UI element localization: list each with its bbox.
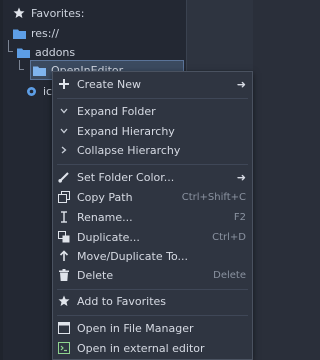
tree-guide-line bbox=[19, 69, 24, 70]
menu-item-add-to-favorites[interactable]: Add to Favorites bbox=[53, 291, 252, 311]
menu-separator bbox=[57, 315, 248, 316]
menu-separator bbox=[57, 164, 248, 165]
star-icon bbox=[12, 6, 26, 20]
menu-item-collapse-hierarchy[interactable]: Collapse Hierarchy bbox=[53, 140, 252, 160]
menu-item-label: Create New bbox=[77, 77, 142, 91]
menu-item-label: Expand Folder bbox=[77, 104, 156, 118]
shortcut-label: Ctrl+Shift+C bbox=[181, 191, 246, 203]
folder-icon bbox=[32, 63, 46, 77]
plus-icon bbox=[57, 77, 71, 91]
folder-icon bbox=[12, 26, 26, 40]
menu-item-label: Open in external editor bbox=[77, 341, 205, 355]
favorites-label: Favorites: bbox=[31, 6, 85, 20]
menu-item-expand-folder[interactable]: Expand Folder bbox=[53, 101, 252, 121]
menu-item-rename[interactable]: Rename... F2 bbox=[53, 207, 252, 227]
panel-left-border bbox=[0, 0, 3, 360]
menu-item-label: Rename... bbox=[77, 210, 133, 224]
menu-item-expand-hierarchy[interactable]: Expand Hierarchy bbox=[53, 121, 252, 141]
chevron-down-icon bbox=[57, 124, 71, 138]
duplicate-icon bbox=[57, 230, 71, 244]
submenu-arrow-icon: ➜ bbox=[236, 170, 246, 184]
arrow-up-icon bbox=[57, 249, 71, 263]
external-editor-icon bbox=[57, 341, 71, 355]
favorites-row[interactable]: Favorites: bbox=[12, 2, 84, 24]
menu-item-label: Expand Hierarchy bbox=[77, 124, 175, 138]
menu-item-open-in-file-manager[interactable]: Open in File Manager bbox=[53, 318, 252, 338]
menu-item-delete[interactable]: Delete Delete bbox=[53, 265, 252, 285]
menu-item-label: Collapse Hierarchy bbox=[77, 143, 181, 157]
shortcut-label: Ctrl+D bbox=[212, 231, 246, 243]
shortcut-label: F2 bbox=[233, 211, 246, 223]
text-cursor-icon bbox=[57, 210, 71, 224]
folder-icon bbox=[16, 45, 30, 59]
menu-item-label: Add to Favorites bbox=[77, 294, 167, 308]
tree-guide-line bbox=[8, 51, 13, 52]
trash-icon bbox=[57, 268, 71, 282]
menu-item-label: Open in File Manager bbox=[77, 321, 194, 335]
menu-item-label: Set Folder Color... bbox=[77, 170, 175, 184]
menu-separator bbox=[57, 289, 248, 290]
menu-item-duplicate[interactable]: Duplicate... Ctrl+D bbox=[53, 227, 252, 247]
menu-separator bbox=[57, 98, 248, 99]
star-icon bbox=[57, 294, 71, 308]
gear-file-icon bbox=[24, 84, 38, 98]
tree-item-label: addons bbox=[35, 45, 76, 59]
menu-item-label: Copy Path bbox=[77, 190, 133, 204]
menu-item-copy-path[interactable]: Copy Path Ctrl+Shift+C bbox=[53, 187, 252, 207]
menu-item-label: Delete bbox=[77, 268, 114, 282]
menu-item-set-folder-color[interactable]: Set Folder Color... ➜ bbox=[53, 167, 252, 187]
menu-item-open-in-external-editor[interactable]: Open in external editor bbox=[53, 338, 252, 358]
menu-item-label: Move/Duplicate To... bbox=[77, 249, 188, 263]
chevron-down-icon bbox=[57, 104, 71, 118]
viewport-top-region bbox=[187, 0, 253, 70]
paint-brush-icon bbox=[57, 170, 71, 184]
submenu-arrow-icon: ➜ bbox=[236, 77, 246, 91]
copy-icon bbox=[57, 190, 71, 204]
context-menu: Create New ➜ Expand Folder Expand Hierar… bbox=[52, 71, 253, 360]
file-manager-icon bbox=[57, 321, 71, 335]
menu-item-move-duplicate-to[interactable]: Move/Duplicate To... bbox=[53, 246, 252, 266]
chevron-right-icon bbox=[57, 143, 71, 157]
tree-item-label: res:// bbox=[31, 26, 59, 40]
menu-item-label: Duplicate... bbox=[77, 230, 140, 244]
shortcut-label: Delete bbox=[213, 269, 246, 281]
menu-item-create-new[interactable]: Create New ➜ bbox=[53, 74, 252, 94]
